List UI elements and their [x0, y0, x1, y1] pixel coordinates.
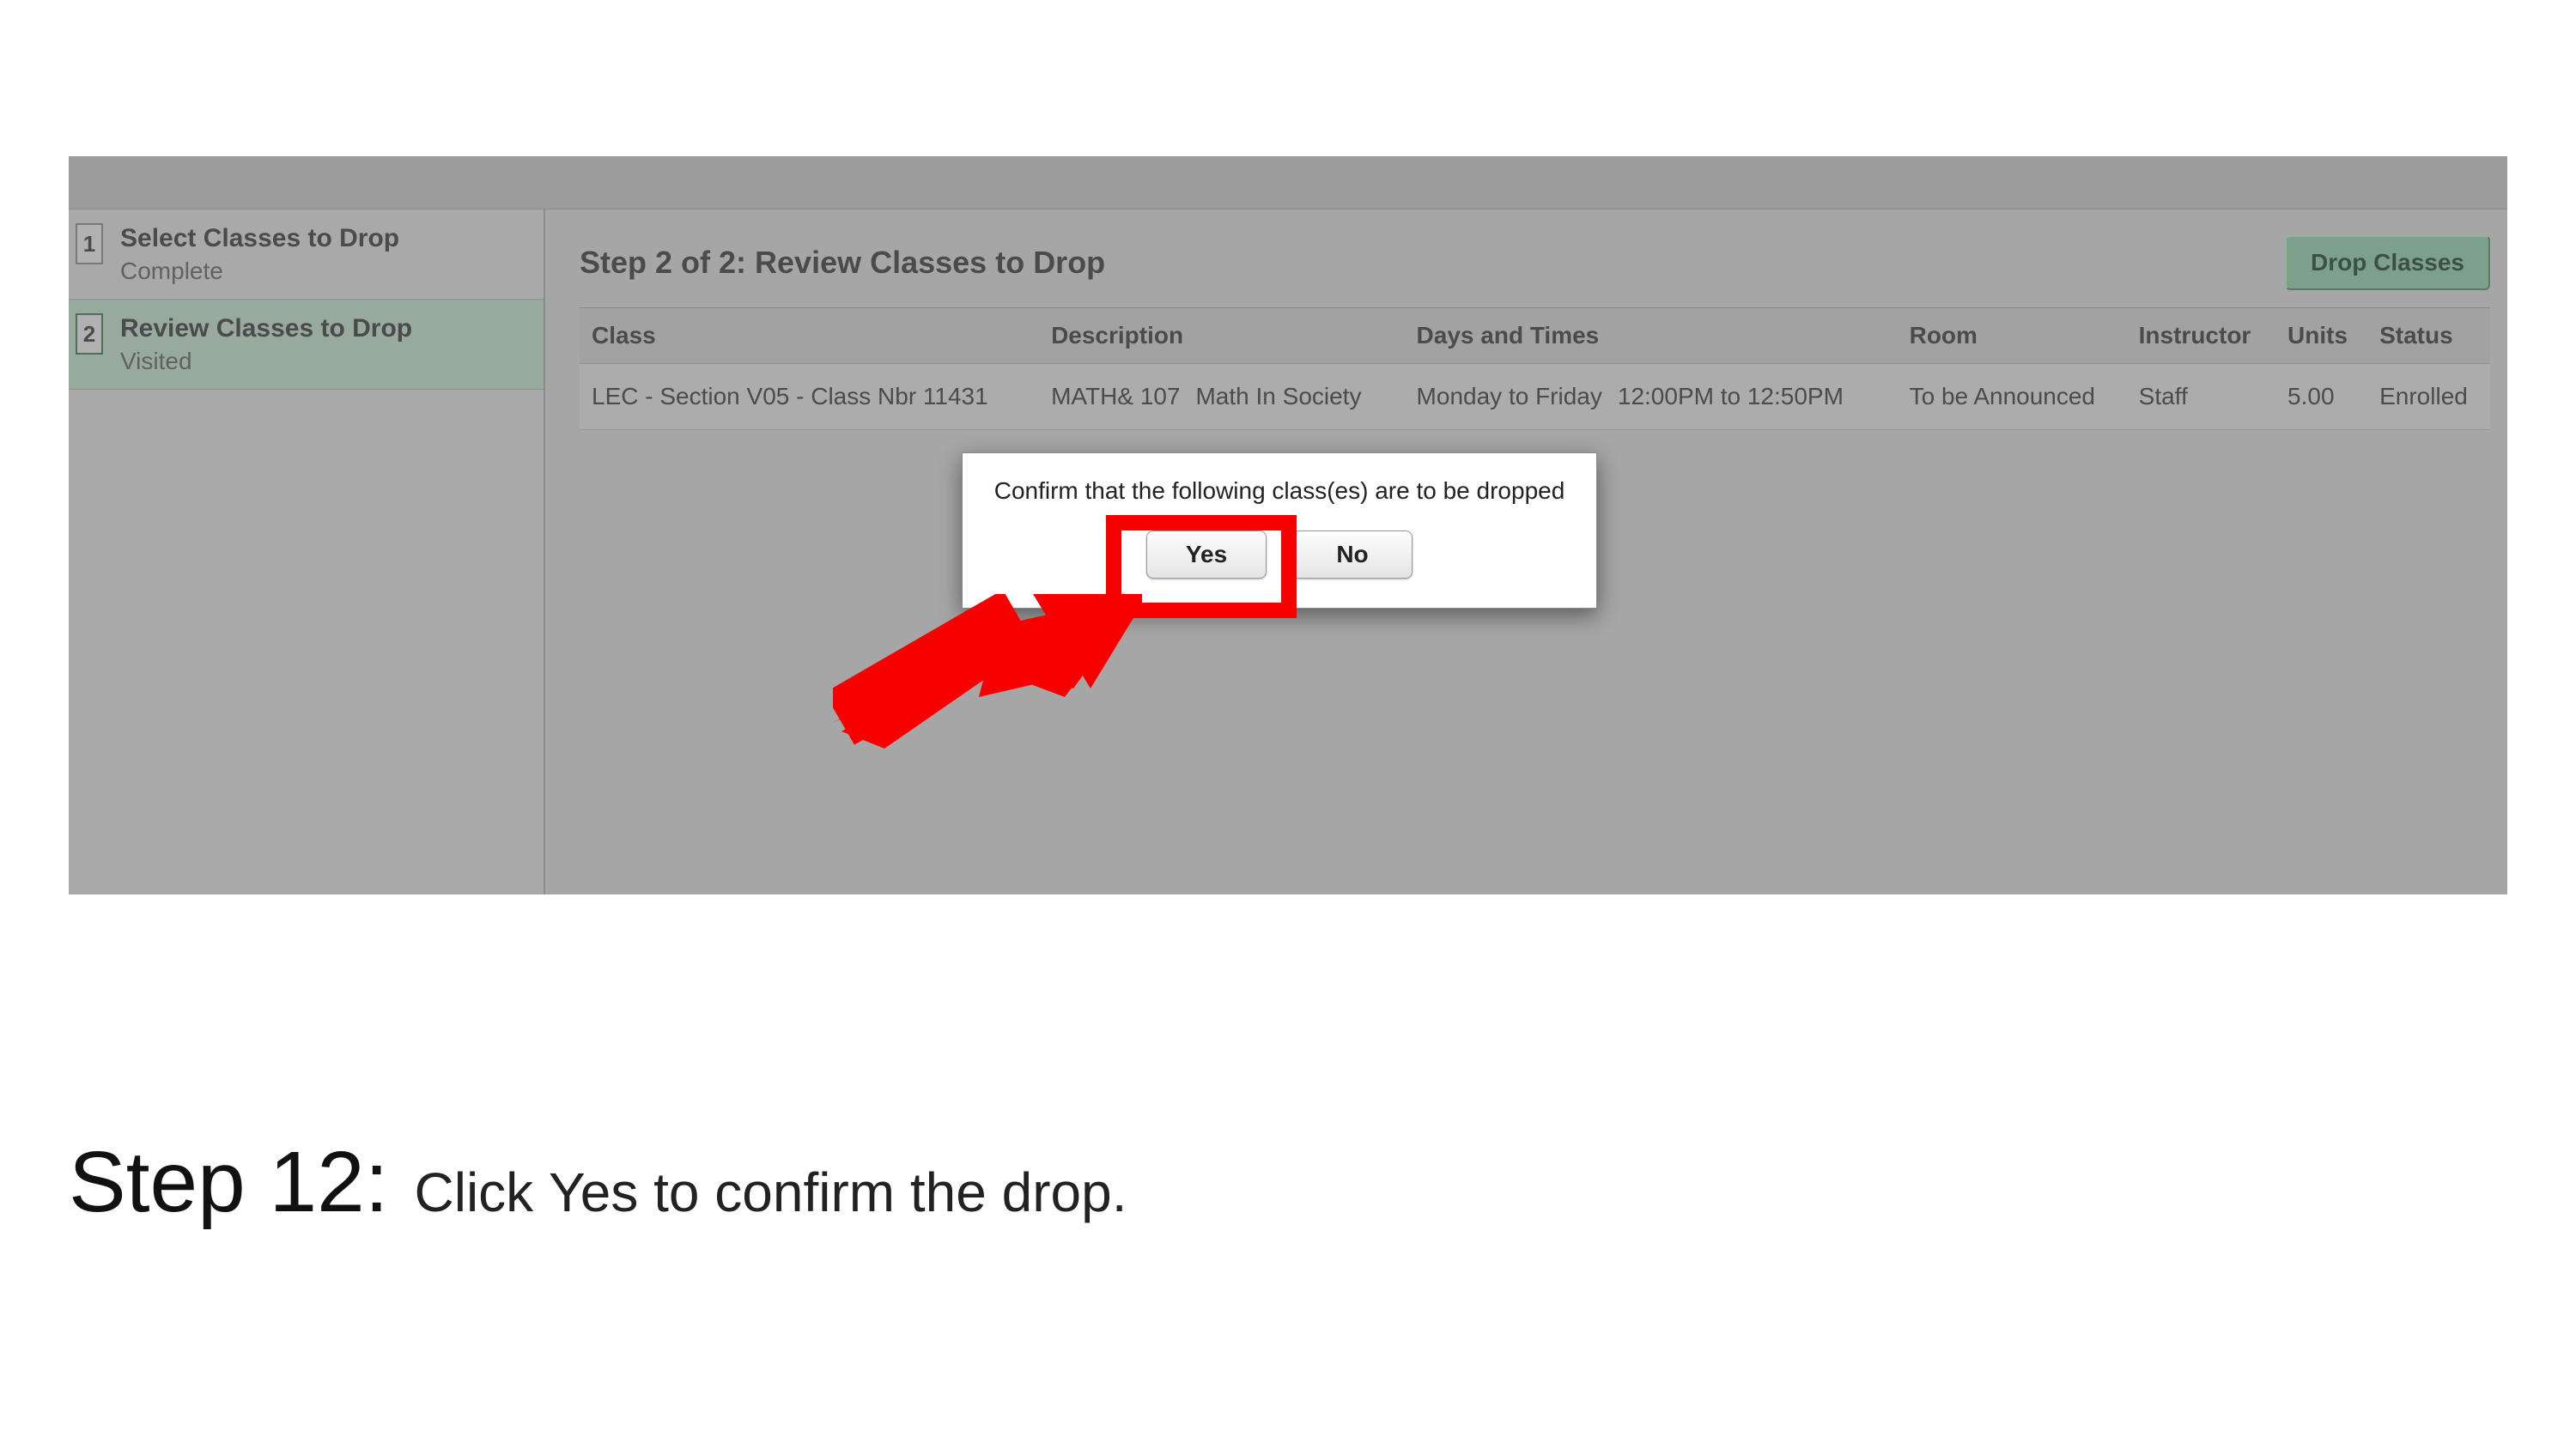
wizard-step-1-title: Select Classes to Drop — [120, 223, 399, 254]
cell-status: Enrolled — [2367, 364, 2490, 430]
caption-keyword: Yes — [549, 1161, 638, 1223]
col-units: Units — [2275, 308, 2367, 364]
wizard-step-2[interactable]: 2 Review Classes to Drop Visited — [69, 300, 544, 390]
col-class: Class — [580, 308, 1039, 364]
cell-room: To be Announced — [1898, 364, 2127, 430]
caption-text-after: to confirm the drop. — [638, 1161, 1127, 1223]
wizard-step-1-text: Select Classes to Drop Complete — [120, 223, 399, 285]
col-description: Description — [1039, 308, 1404, 364]
caption-text: Click Yes to confirm the drop. — [415, 1161, 1127, 1224]
drop-classes-button[interactable]: Drop Classes — [2285, 235, 2490, 290]
table-header-row: Class Description Days and Times Room In… — [580, 308, 2490, 364]
col-days-times: Days and Times — [1405, 308, 1898, 364]
cell-instructor: Staff — [2127, 364, 2275, 430]
col-instructor: Instructor — [2127, 308, 2275, 364]
confirm-dialog-message: Confirm that the following class(es) are… — [983, 477, 1576, 505]
cell-days: Monday to Friday — [1417, 383, 1602, 410]
col-room: Room — [1898, 308, 2127, 364]
cell-units: 5.00 — [2275, 364, 2367, 430]
caption-step-label: Step 12: — [69, 1133, 389, 1232]
window-titlebar — [69, 156, 2507, 209]
wizard-sidebar: 1 Select Classes to Drop Complete 2 Revi… — [69, 209, 545, 894]
app-window: 1 Select Classes to Drop Complete 2 Revi… — [69, 156, 2507, 894]
confirm-no-button[interactable]: No — [1292, 530, 1413, 579]
cell-desc-title: Math In Society — [1195, 383, 1361, 409]
wizard-step-1-number: 1 — [76, 223, 103, 264]
tutorial-caption: Step 12: Click Yes to confirm the drop. — [69, 1133, 2473, 1232]
wizard-step-2-text: Review Classes to Drop Visited — [120, 313, 412, 375]
wizard-step-2-number: 2 — [76, 313, 103, 355]
cell-times: 12:00PM to 12:50PM — [1618, 383, 1844, 409]
confirm-dialog-buttons: Yes No — [983, 530, 1576, 579]
main-header: Step 2 of 2: Review Classes to Drop Drop… — [580, 235, 2490, 290]
cell-description: MATH& 107 Math In Society — [1039, 364, 1404, 430]
wizard-step-2-status: Visited — [120, 348, 412, 375]
col-status: Status — [2367, 308, 2490, 364]
table-row: LEC - Section V05 - Class Nbr 11431 MATH… — [580, 364, 2490, 430]
cell-desc-code: MATH& 107 — [1051, 383, 1180, 410]
cell-class: LEC - Section V05 - Class Nbr 11431 — [580, 364, 1039, 430]
wizard-step-1[interactable]: 1 Select Classes to Drop Complete — [69, 209, 544, 300]
confirm-yes-button[interactable]: Yes — [1146, 530, 1267, 579]
caption-text-before: Click — [415, 1161, 549, 1223]
confirm-drop-dialog: Confirm that the following class(es) are… — [962, 452, 1597, 609]
wizard-step-2-title: Review Classes to Drop — [120, 313, 412, 344]
page-title: Step 2 of 2: Review Classes to Drop — [580, 245, 1105, 281]
cell-days-times: Monday to Friday 12:00PM to 12:50PM — [1405, 364, 1898, 430]
wizard-step-1-status: Complete — [120, 258, 399, 285]
classes-table: Class Description Days and Times Room In… — [580, 307, 2490, 430]
